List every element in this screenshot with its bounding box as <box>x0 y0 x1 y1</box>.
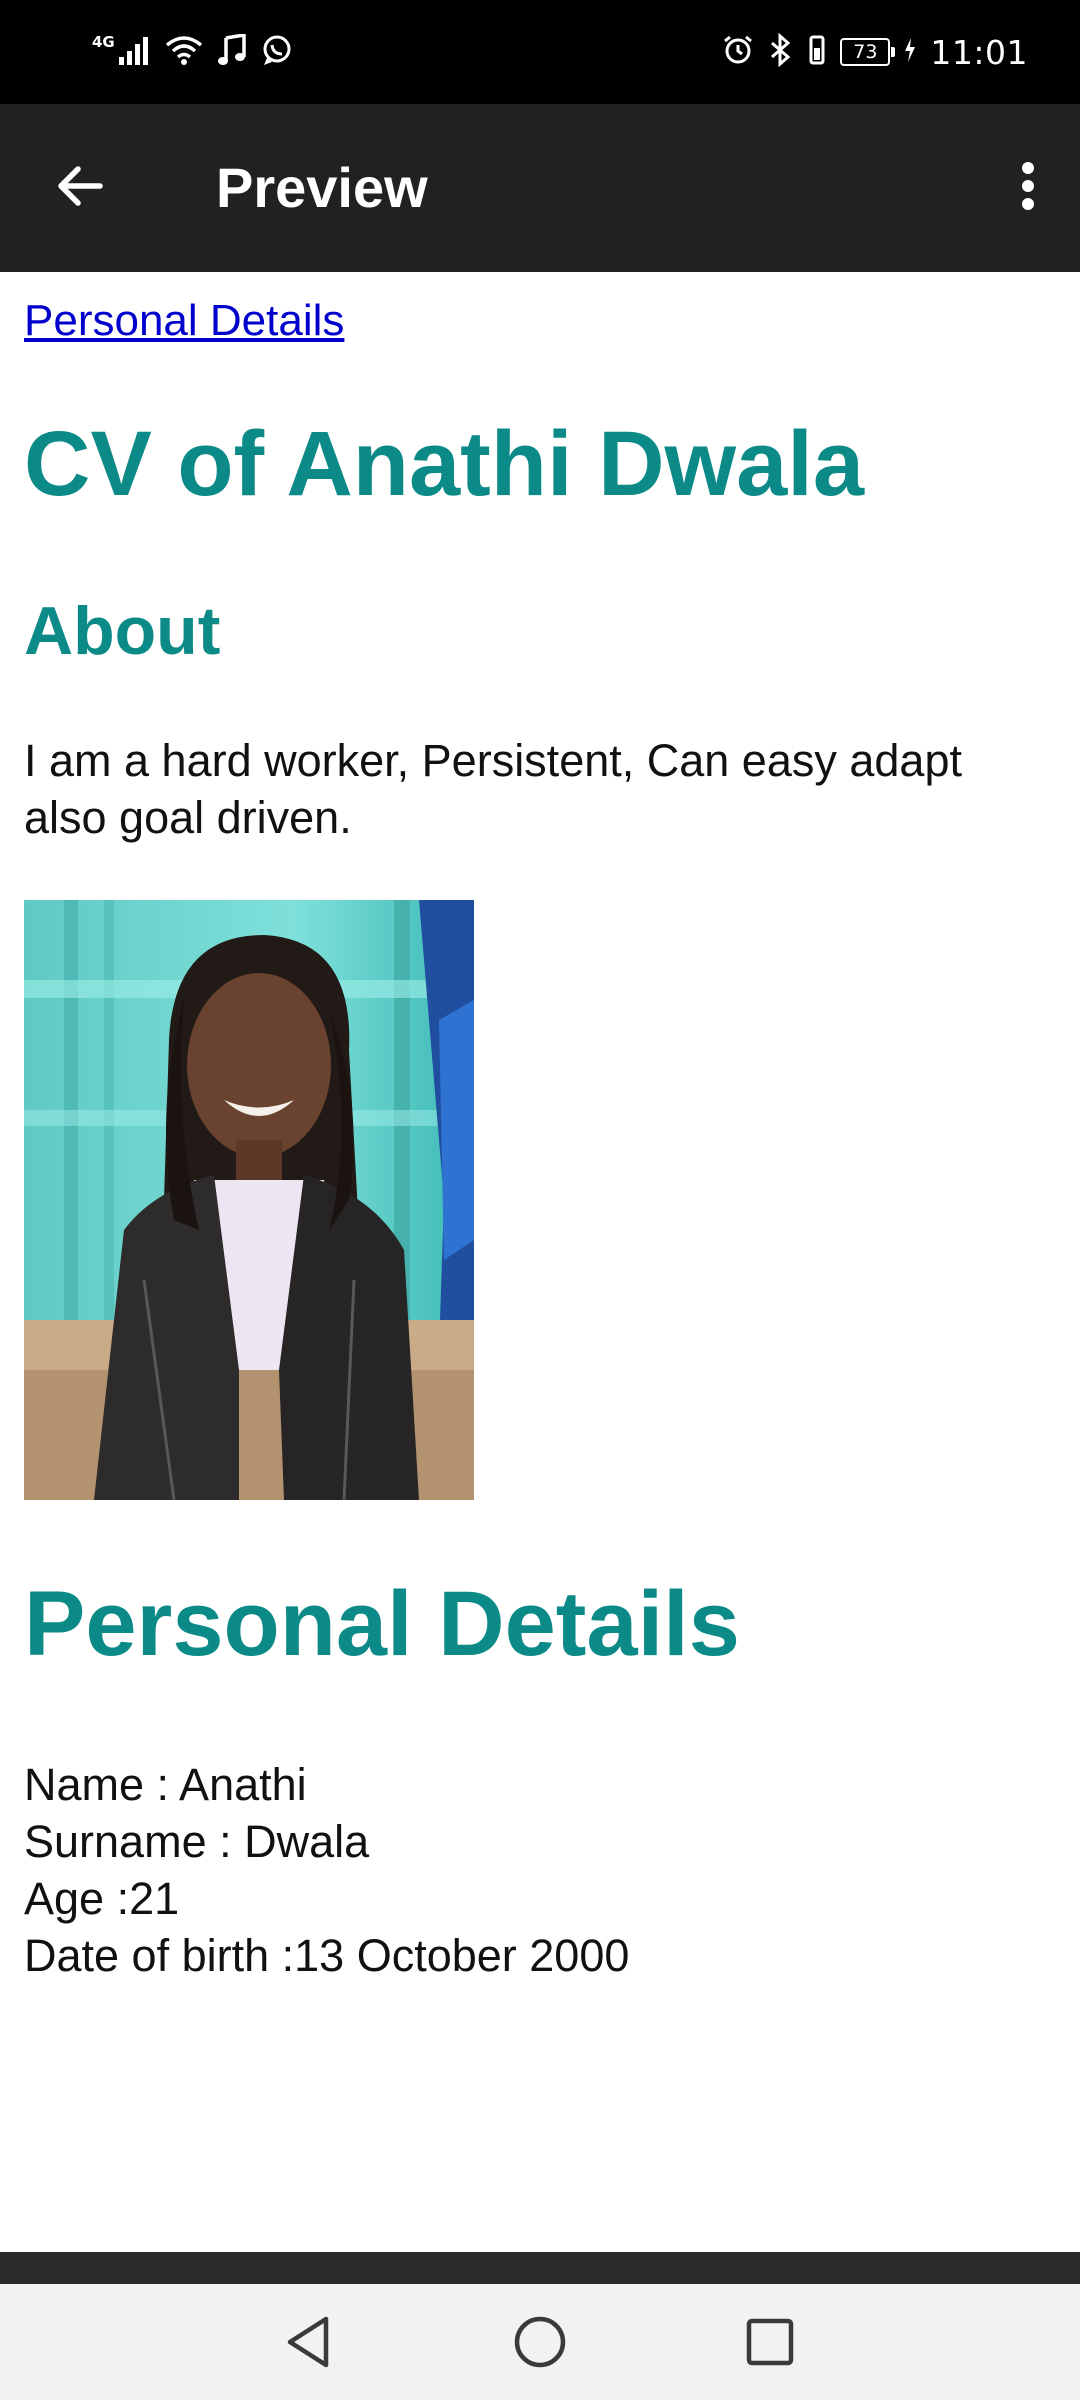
status-time: 11:01 <box>930 32 1028 72</box>
profile-photo <box>24 900 474 1500</box>
app-bar: Preview <box>0 104 1080 272</box>
music-note-icon <box>217 32 247 70</box>
nav-home-button[interactable] <box>508 2312 572 2376</box>
bottom-divider <box>0 2252 1080 2284</box>
status-bar: 4G 73 11:01 <box>0 0 1080 104</box>
wifi-icon <box>165 35 203 69</box>
network-type-label: 4G <box>92 33 115 51</box>
overflow-menu-button[interactable] <box>988 148 1068 228</box>
cv-preview-content: Personal Details CV of Anathi Dwala Abou… <box>0 272 1080 2252</box>
personal-details-link[interactable]: Personal Details <box>24 296 344 346</box>
back-button[interactable] <box>40 148 120 228</box>
about-text: I am a hard worker, Persistent, Can easy… <box>24 735 962 843</box>
circle-home-icon <box>512 2314 568 2375</box>
square-recents-icon <box>744 2316 796 2373</box>
detail-date-of-birth: Date of birth :13 October 2000 <box>24 1930 630 1981</box>
more-vertical-icon <box>1020 160 1036 217</box>
nav-back-button[interactable] <box>276 2312 340 2376</box>
alarm-icon <box>722 34 754 70</box>
detail-name: Name : Anathi <box>24 1759 307 1810</box>
detail-age: Age :21 <box>24 1873 180 1924</box>
personal-details-heading: Personal Details <box>24 1573 740 1675</box>
vibrate-battery-icon <box>808 34 826 70</box>
triangle-back-icon <box>282 2314 334 2375</box>
charging-bolt-icon <box>904 38 916 66</box>
nav-recents-button[interactable] <box>738 2312 802 2376</box>
status-right-icons: 73 11:01 <box>722 28 1028 76</box>
system-nav-bar <box>0 2284 1080 2400</box>
page-title: Preview <box>216 156 428 219</box>
whatsapp-icon <box>261 34 293 70</box>
about-heading: About <box>24 593 221 669</box>
battery-indicator: 73 <box>840 38 896 66</box>
detail-surname: Surname : Dwala <box>24 1816 370 1867</box>
status-left-icons: 4G <box>92 28 293 76</box>
cv-heading: CV of Anathi Dwala <box>24 413 864 515</box>
bluetooth-icon <box>768 32 794 71</box>
signal-icon <box>117 35 151 69</box>
personal-details-list: Name : Anathi Surname : Dwala Age :21 Da… <box>24 1756 629 1984</box>
arrow-left-icon <box>54 160 106 217</box>
